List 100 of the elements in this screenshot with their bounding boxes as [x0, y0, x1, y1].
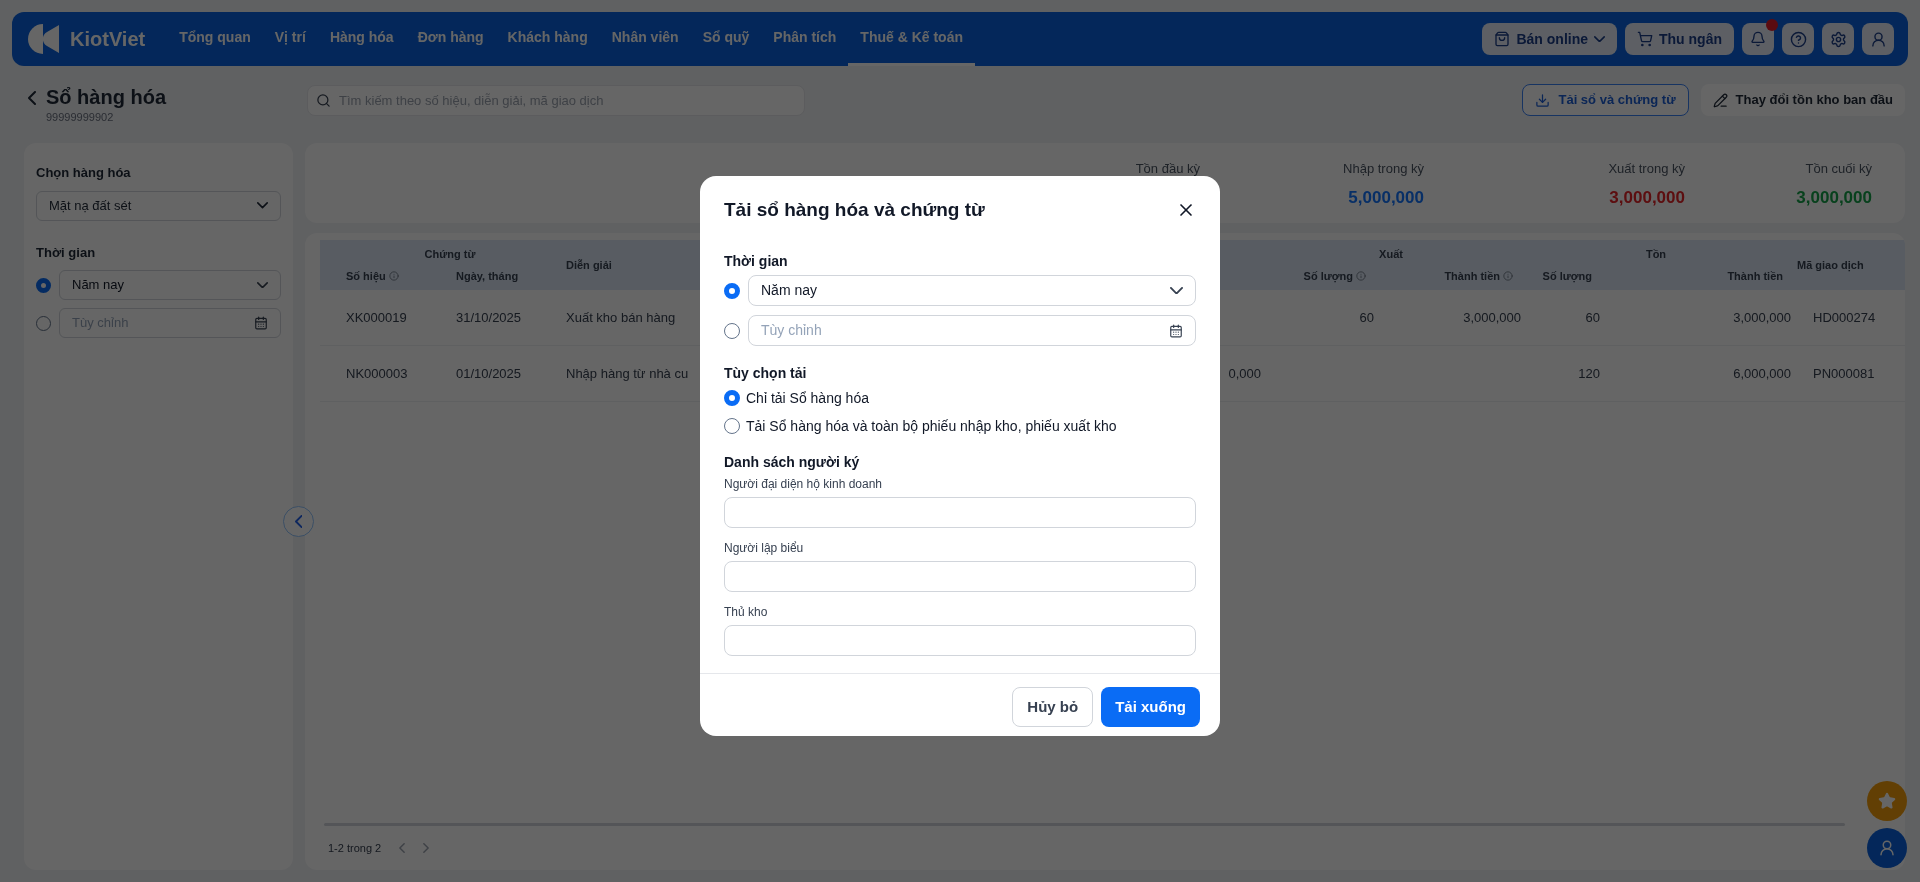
table-cell-text: 120: [1578, 364, 1600, 383]
date-range-field[interactable]: Tùy chỉnh: [748, 315, 1196, 346]
settings-button[interactable]: [1822, 23, 1854, 55]
calendar-icon: [1169, 323, 1183, 338]
table-cell-text: HD000274: [1813, 308, 1876, 327]
summary-value: 3,000,000: [1609, 186, 1685, 209]
signer-name-field[interactable]: [724, 625, 1196, 656]
account-button[interactable]: [1862, 23, 1894, 55]
nav-tab[interactable]: Tổng quan: [167, 12, 263, 66]
summary-label: Tồn đầu kỳ: [1135, 160, 1200, 178]
logo-icon: [28, 24, 62, 54]
next-page-icon[interactable]: [423, 843, 430, 853]
nav-tab[interactable]: Đơn hàng: [405, 12, 496, 66]
section-label: Thời gian: [724, 252, 789, 271]
field-label: Người lập biểu: [724, 540, 805, 556]
table-cell-text: 6,000,000: [1733, 364, 1791, 383]
calendar-icon: [254, 316, 268, 330]
table-cell-text: 31/10/2025: [456, 308, 522, 327]
column-header: Ngày, tháng: [456, 269, 519, 284]
filter-label: Chọn hàng hóa: [36, 164, 132, 182]
option-label[interactable]: Chỉ tải Sổ hàng hóa: [746, 387, 869, 409]
column-group-header: Chứng từ: [424, 247, 476, 262]
info-icon: [1503, 271, 1513, 282]
section-label: Tùy chọn tải: [724, 364, 808, 383]
nav-tab[interactable]: Khách hàng: [495, 12, 600, 66]
caret-icon: [257, 281, 268, 289]
summary-value: 5,000,000: [1348, 186, 1424, 209]
summary-label: Tồn cuối kỳ: [1805, 160, 1872, 178]
star-icon: [1878, 792, 1896, 810]
column-group-header: Tồn: [1645, 247, 1667, 262]
search-icon: [316, 93, 331, 108]
column-header: Số lượng: [1542, 269, 1592, 285]
summary-value: 3,000,000: [1796, 186, 1872, 209]
nav-tab[interactable]: Thuế & Kế toán: [848, 12, 975, 66]
edit-stock-button[interactable]: Thay đổi tồn kho ban đầu: [1700, 84, 1905, 116]
help-icon: [1789, 30, 1807, 48]
radio-button[interactable]: [724, 418, 740, 434]
cancel-button[interactable]: Hủy bỏ: [1012, 687, 1094, 727]
time-range-select[interactable]: Năm nay: [748, 275, 1196, 306]
nav-tab[interactable]: Sổ quỹ: [690, 12, 762, 66]
signer-name-field[interactable]: [724, 561, 1196, 592]
table-cell-text: PN000081: [1813, 364, 1875, 383]
signer-name-field[interactable]: [724, 497, 1196, 528]
cart-icon: [1637, 31, 1653, 47]
caret-icon: [1594, 35, 1605, 43]
help-button[interactable]: [1782, 23, 1814, 55]
table-cell-text: 0,000: [1228, 364, 1261, 383]
chevron-left-icon: [294, 515, 303, 528]
radio-button[interactable]: [36, 277, 51, 293]
table-cell-text: 3,000,000: [1463, 308, 1521, 327]
table-cell-text: 60: [1585, 308, 1600, 327]
previous-page-icon[interactable]: [399, 843, 406, 853]
table-cell-text: 60: [1359, 308, 1374, 327]
column-header: Số lượng: [1303, 268, 1366, 285]
table-cell-text: 01/10/2025: [456, 364, 522, 383]
pagination-info: 1-2 trong 2: [328, 840, 382, 856]
cashier-button[interactable]: Thu ngân: [1625, 23, 1734, 55]
column-header: Diễn giải: [566, 257, 612, 273]
table-cell-text: Nhập hàng từ nhà cu: [566, 364, 689, 383]
download-submit-button[interactable]: Tải xuống: [1101, 687, 1200, 727]
bell-icon: [1750, 31, 1766, 47]
option-label[interactable]: Tải Sổ hàng hóa và toàn bộ phiếu nhập kho, phiếu xuất kho: [746, 415, 1117, 437]
brand-name: KiotViet: [70, 27, 146, 52]
table-cell-text: NK000003: [346, 364, 408, 383]
info-icon: [388, 271, 399, 282]
filter-label: Thời gian: [36, 243, 97, 262]
caret-icon: [257, 202, 268, 209]
page-title: Sổ hàng hóa: [46, 85, 166, 110]
radio-button[interactable]: [724, 322, 740, 339]
radio-button[interactable]: [36, 315, 51, 331]
summary-label: Xuất trong kỳ: [1608, 160, 1685, 178]
table-cell-text: Xuất kho bán hàng: [566, 308, 676, 327]
pencil-icon: [1712, 92, 1728, 108]
online-sales-button[interactable]: Bán online: [1482, 23, 1617, 55]
dialog-title: Tải sổ hàng hóa và chứng từ: [724, 198, 985, 222]
column-header: Mã giao dịch: [1797, 257, 1864, 274]
product-select[interactable]: Mặt nạ đất sét: [36, 190, 281, 221]
time-range-select[interactable]: Năm nay: [59, 270, 281, 300]
back-icon[interactable]: [28, 91, 36, 105]
column-header: Thành tiền: [1444, 268, 1513, 285]
user-icon: [1878, 839, 1896, 857]
field-label: Thủ kho: [724, 604, 769, 620]
column-header: Thành tiền: [1727, 269, 1783, 284]
table-cell-text: 3,000,000: [1733, 308, 1791, 327]
nav-tab[interactable]: Phân tích: [761, 12, 849, 66]
nav-tab[interactable]: Nhân viên: [599, 12, 691, 66]
summary-label: Nhập trong kỳ: [1343, 160, 1424, 178]
field-label: Người đại diện hộ kinh doanh: [724, 476, 883, 492]
download-button[interactable]: Tải sổ và chứng từ: [1522, 84, 1689, 116]
column-group-header: Xuất: [1379, 247, 1403, 262]
section-label: Danh sách người ký: [724, 453, 861, 472]
download-icon: [1535, 92, 1551, 108]
caret-icon: [1170, 286, 1183, 295]
user-icon: [1869, 30, 1887, 48]
radio-button[interactable]: [724, 390, 740, 406]
nav-tab[interactable]: Vị trí: [262, 12, 318, 66]
table-cell-text: XK000019: [346, 308, 407, 327]
radio-button[interactable]: [724, 282, 740, 299]
settings-icon: [1829, 30, 1847, 48]
nav-tab[interactable]: Hàng hóa: [317, 12, 406, 66]
